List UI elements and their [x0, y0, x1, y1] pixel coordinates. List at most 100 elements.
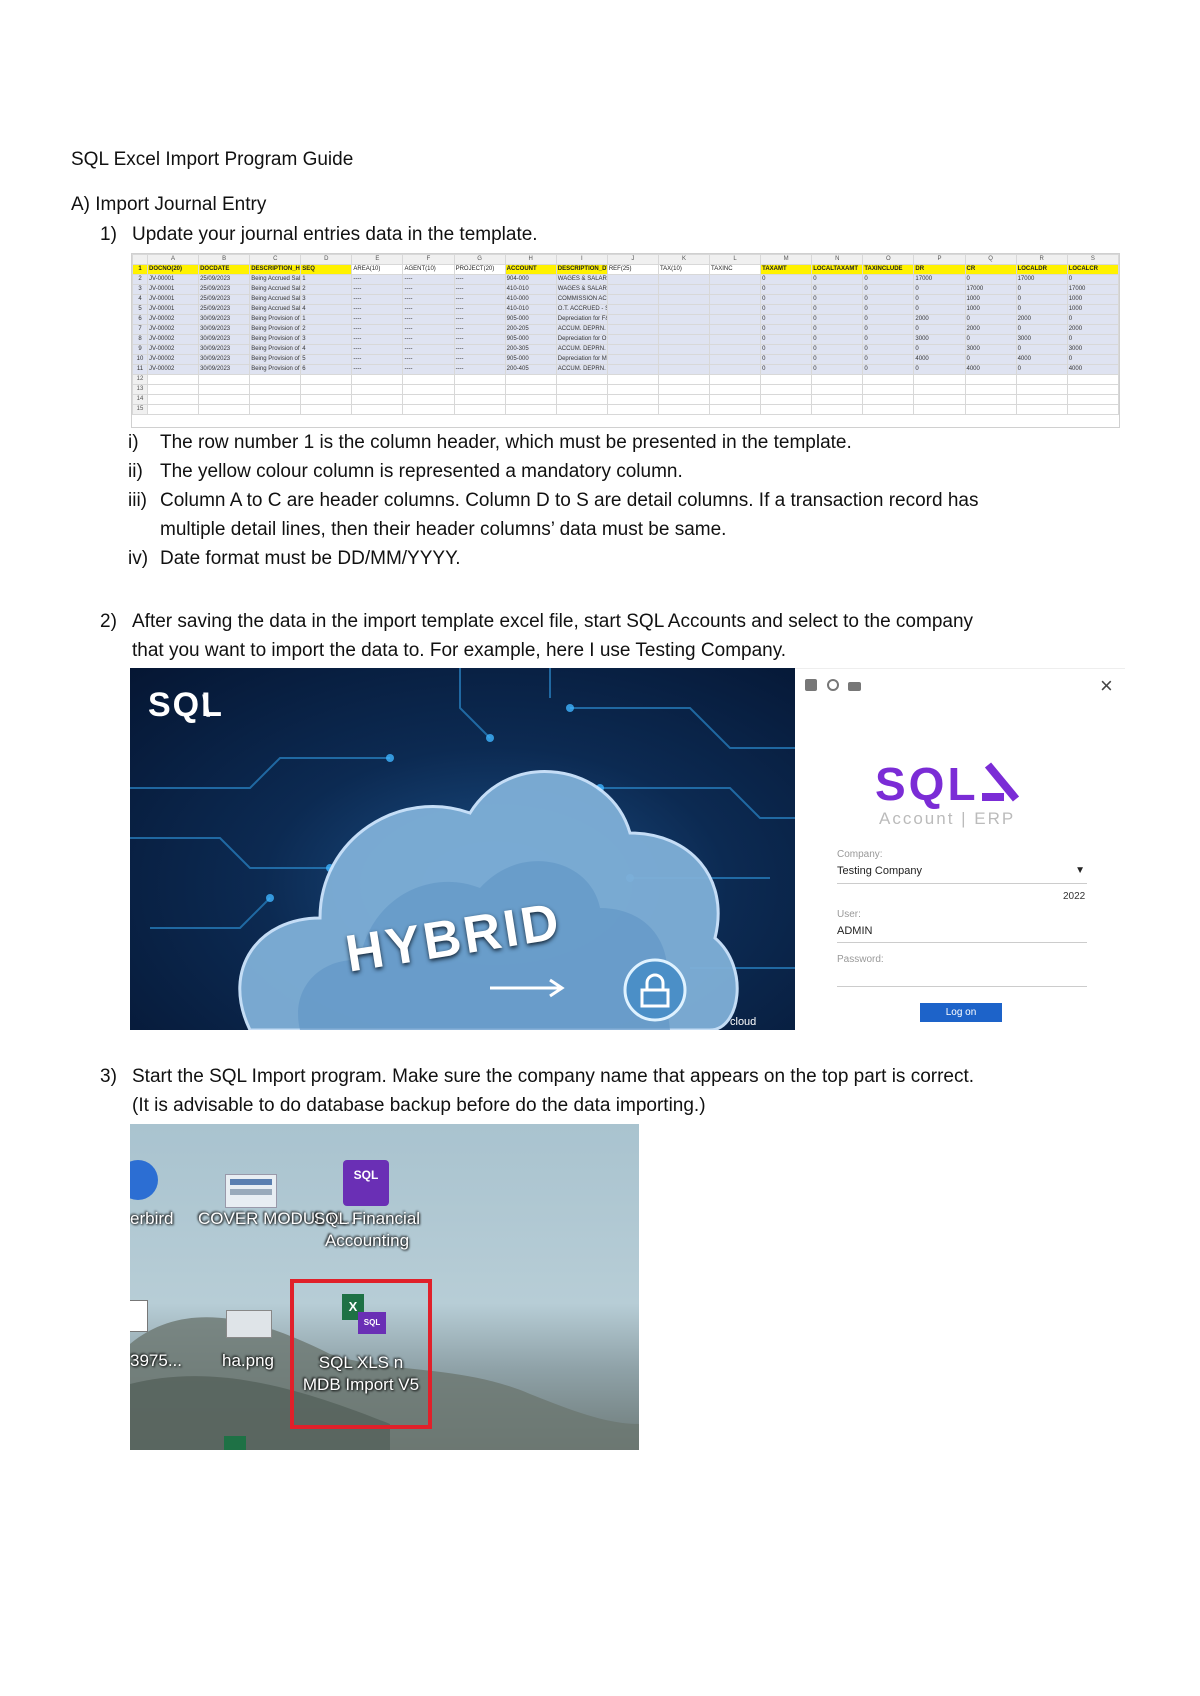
data-cell: ---- [351, 274, 404, 285]
data-cell: 25/09/2023 [198, 304, 251, 315]
youtube-icon[interactable] [848, 682, 862, 691]
password-input[interactable] [837, 969, 1087, 987]
empty-cell [146, 394, 200, 405]
empty-cell [606, 404, 659, 415]
column-letter: I [555, 254, 608, 265]
empty-cell [964, 384, 1017, 395]
data-cell: 905-000 [504, 314, 557, 325]
globe-icon[interactable] [826, 679, 839, 691]
empty-cell [1066, 404, 1119, 415]
row-number-cell: 13 [132, 384, 148, 395]
data-cell: ---- [402, 314, 455, 325]
note-item: iii) Column A to C are header columns. Co… [128, 490, 978, 512]
data-cell: 0 [862, 284, 915, 295]
data-cell: 2000 [913, 314, 966, 325]
sql-logo-slash: \ [202, 690, 211, 723]
data-cell [606, 284, 659, 295]
row-number-cell: 12 [132, 374, 148, 385]
desktop-label-sql-import[interactable]: SQL XLS n MDB Import V5 [302, 1352, 420, 1396]
data-cell [657, 364, 711, 375]
data-cell [606, 294, 659, 305]
column-letters-row: ABCDEFGHIJKLMNOPQRS [132, 254, 1119, 265]
sql-app-icon[interactable]: SQL [343, 1160, 389, 1206]
empty-cell [300, 374, 353, 385]
login-window: × SQL Account | ERP Company: Testing Com… [795, 668, 1125, 1031]
empty-cell [504, 384, 557, 395]
data-cell: 0 [964, 314, 1017, 325]
data-cell [606, 354, 659, 365]
data-cell: ---- [402, 284, 455, 295]
sql-import-icon[interactable]: SQL [358, 1312, 386, 1334]
row-number-cell: 15 [132, 404, 148, 415]
empty-cell [146, 384, 200, 395]
data-cell: 0 [1066, 334, 1119, 345]
dropdown-arrow-icon[interactable]: ▼ [1075, 865, 1085, 876]
data-cell [606, 364, 659, 375]
data-cell: ---- [453, 314, 506, 325]
data-row: 9JV-0000230/09/2023Being Provision of De… [132, 344, 1119, 355]
empty-cell [249, 384, 302, 395]
empty-cell [657, 374, 711, 385]
data-cell: 30/09/2023 [198, 344, 251, 355]
empty-cell [964, 374, 1017, 385]
spreadsheet-template-image: A B C D E F G H I J K L M N O P Q R S 1 DOCNO(20) DOCDATE DESC… [131, 253, 1120, 428]
data-cell: ---- [402, 344, 455, 355]
data-cell: 410-000 [504, 294, 557, 305]
data-cell: 1000 [1066, 304, 1119, 315]
data-cell: 0 [862, 344, 915, 355]
data-cell [709, 284, 762, 295]
data-cell: 410-010 [504, 284, 557, 295]
empty-cell [657, 394, 711, 405]
data-cell [709, 324, 762, 335]
company-select[interactable]: Testing Company ▼ [837, 865, 1087, 884]
document-thumbnail-icon[interactable] [225, 1174, 277, 1208]
data-cell: 1000 [964, 304, 1017, 315]
data-cell: 25/09/2023 [198, 294, 251, 305]
data-cell: Being Accrued Salary for Sept 2023 [249, 294, 302, 305]
data-cell: 1 [300, 314, 353, 325]
data-cell: 0 [760, 364, 813, 375]
image-file-icon[interactable] [130, 1300, 148, 1332]
data-cell: Being Provision of Depreciation for Sept… [249, 364, 302, 375]
data-cell [657, 304, 711, 315]
data-cell: 0 [811, 294, 864, 305]
data-cell: 17000 [964, 284, 1017, 295]
data-cell: 0 [862, 314, 915, 325]
header-cell: PROJECT(20) [453, 264, 506, 275]
note-text: multiple detail lines, then their header… [160, 519, 727, 540]
data-cell [709, 334, 762, 345]
data-cell [657, 314, 711, 325]
data-cell: ACCUM. DEPRN. - MOTOR VEHICLE [555, 364, 608, 375]
company-value: Testing Company [837, 865, 922, 877]
empty-cell [709, 384, 762, 395]
empty-cell [862, 384, 915, 395]
spreadsheet-table: A B C D E F G H I J K L M N O P Q R S 1 DOCNO(20) DOCDATE DESC… [132, 254, 1119, 415]
section-a-heading: A) Import Journal Entry [71, 194, 267, 215]
data-cell: ACCUM. DEPRN. - OFFICE EQUIPMENT [555, 344, 608, 355]
data-cell: 0 [760, 304, 813, 315]
data-cell: 0 [964, 274, 1017, 285]
empty-cell [300, 394, 353, 405]
data-cell: ---- [453, 304, 506, 315]
data-row: 10JV-0000230/09/2023Being Provision of D… [132, 354, 1119, 365]
data-cell: 0 [1066, 314, 1119, 325]
data-cell: 30/09/2023 [198, 364, 251, 375]
empty-cell [913, 374, 966, 385]
image-file-icon-ha[interactable] [226, 1310, 272, 1338]
close-icon[interactable]: × [1100, 673, 1113, 699]
empty-cell [657, 384, 711, 395]
note-text: The yellow colour column is represented … [160, 461, 683, 482]
data-cell: 0 [760, 324, 813, 335]
facebook-icon[interactable] [805, 679, 817, 691]
data-cell [606, 304, 659, 315]
column-letter: R [1015, 254, 1068, 265]
data-cell: 0 [1066, 354, 1119, 365]
empty-cell [913, 404, 966, 415]
user-input[interactable]: ADMIN [837, 925, 1087, 943]
data-cell: 1000 [1066, 294, 1119, 305]
column-letter: J [606, 254, 659, 265]
data-cell [657, 294, 711, 305]
desktop-screenshot: erbird COVER MODUL N... SQL SQL Financia… [130, 1124, 639, 1450]
logon-button[interactable]: Log on [920, 1003, 1002, 1022]
excel-file-icon[interactable] [224, 1436, 246, 1450]
